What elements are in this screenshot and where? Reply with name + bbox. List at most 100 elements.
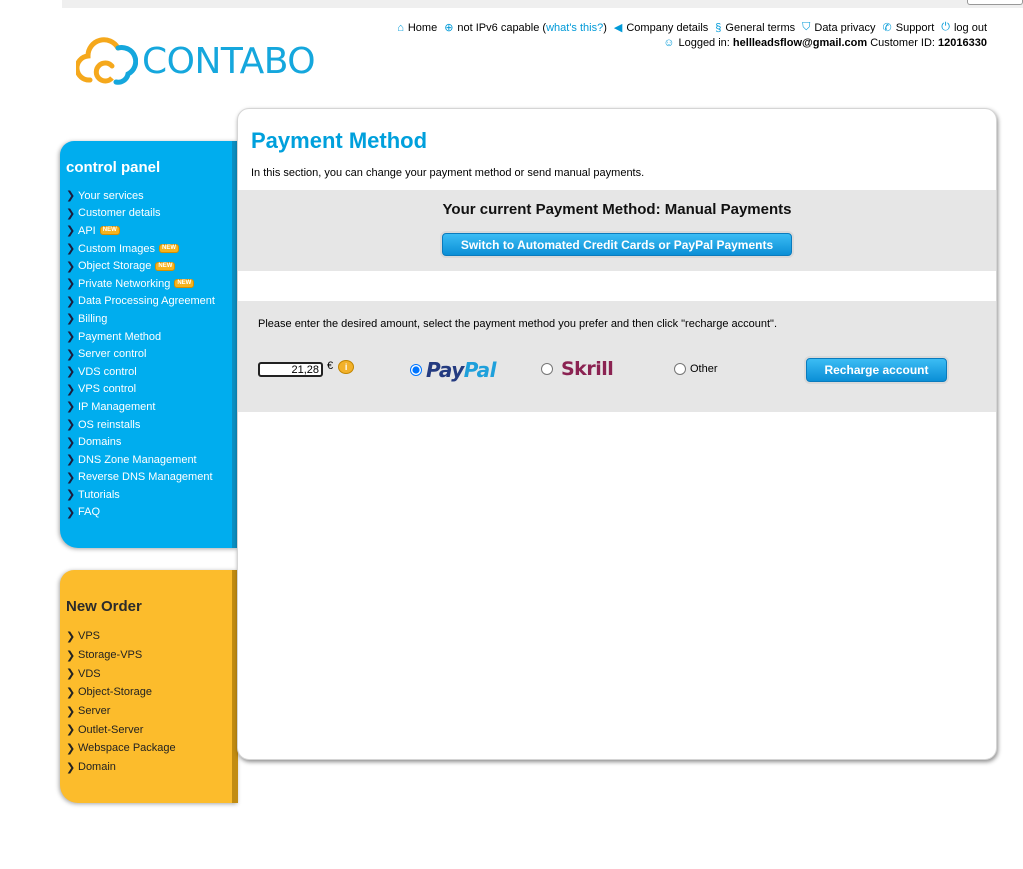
- sidebar-item-your-services[interactable]: ❯ Your services: [66, 187, 215, 205]
- info-icon[interactable]: i: [338, 359, 355, 374]
- sidebar-item-label[interactable]: IP Management: [78, 401, 155, 413]
- sidebar-item-vps-control[interactable]: ❯ VPS control: [66, 381, 215, 399]
- order-item-webspace[interactable]: ❯ Webspace Package: [66, 739, 176, 758]
- sidebar-item-domains[interactable]: ❯ Domains: [66, 433, 215, 451]
- sidebar-item-data-processing[interactable]: ❯ Data Processing Agreement: [66, 293, 215, 311]
- nav-home-label[interactable]: Home: [408, 22, 437, 34]
- sidebar-item-api[interactable]: ❯ API NEW: [66, 222, 215, 240]
- sidebar-item-label[interactable]: Private Networking: [78, 278, 170, 290]
- current-method-heading: Your current Payment Method: Manual Paym…: [442, 201, 792, 218]
- sidebar-item-os-reinstalls[interactable]: ❯ OS reinstalls: [66, 416, 215, 434]
- logged-in-label: Logged in:: [678, 36, 730, 49]
- sidebar-item-dns-zone[interactable]: ❯ DNS Zone Management: [66, 451, 215, 469]
- chevron-right-icon: ❯: [66, 630, 76, 643]
- nav-terms-label[interactable]: General terms: [725, 22, 795, 34]
- sidebar-item-label[interactable]: Custom Images: [78, 243, 155, 255]
- sidebar-item-customer-details[interactable]: ❯ Customer details: [66, 205, 215, 223]
- order-item-object-storage[interactable]: ❯ Object-Storage: [66, 683, 176, 702]
- new-badge: NEW: [174, 279, 195, 289]
- top-strip-button[interactable]: [967, 0, 1023, 5]
- other-option[interactable]: Other: [674, 363, 718, 375]
- recharge-account-button[interactable]: Recharge account: [806, 358, 947, 382]
- contabo-logo[interactable]: CONTABO: [76, 36, 316, 88]
- sidebar-item-label[interactable]: FAQ: [78, 506, 100, 518]
- nav-home[interactable]: ⌂ Home: [397, 22, 437, 34]
- new-badge: NEW: [159, 244, 180, 254]
- order-item-label[interactable]: Domain: [78, 761, 116, 773]
- nav-logout-label[interactable]: log out: [954, 22, 987, 34]
- nav-company-label[interactable]: Company details: [626, 22, 708, 34]
- sidebar-item-object-storage[interactable]: ❯ Object Storage NEW: [66, 257, 215, 275]
- order-item-label[interactable]: Webspace Package: [78, 742, 176, 754]
- order-item-outlet-server[interactable]: ❯ Outlet-Server: [66, 720, 176, 739]
- paypal-logo[interactable]: PayPal: [426, 358, 497, 382]
- sidebar-item-label[interactable]: VPS control: [78, 383, 136, 395]
- paypal-option[interactable]: PayPal: [410, 358, 497, 382]
- sidebar-item-server-control[interactable]: ❯ Server control: [66, 345, 215, 363]
- skrill-option[interactable]: Skrill: [541, 358, 614, 380]
- sidebar-item-custom-images[interactable]: ❯ Custom Images NEW: [66, 240, 215, 258]
- whats-this-link[interactable]: what's this?: [546, 22, 603, 34]
- order-item-vds[interactable]: ❯ VDS: [66, 664, 176, 683]
- skrill-logo[interactable]: Skrill: [561, 358, 614, 380]
- nav-privacy-label[interactable]: Data privacy: [814, 22, 875, 34]
- sidebar-item-label[interactable]: Server control: [78, 348, 146, 360]
- nav-company[interactable]: ◀ Company details: [614, 21, 708, 35]
- nav-logout[interactable]: ⏻ log out: [941, 21, 987, 34]
- nav-privacy[interactable]: ⛉ Data privacy: [802, 21, 875, 34]
- order-item-label[interactable]: VDS: [78, 668, 101, 680]
- customer-id-label: Customer ID:: [870, 36, 935, 49]
- paypal-radio[interactable]: [410, 364, 422, 376]
- sidebar-item-label[interactable]: VDS control: [78, 366, 137, 378]
- user-icon: ☺: [663, 36, 675, 49]
- order-item-storage-vps[interactable]: ❯ Storage-VPS: [66, 646, 176, 665]
- sidebar-item-label[interactable]: Domains: [78, 436, 121, 448]
- order-item-domain[interactable]: ❯ Domain: [66, 758, 176, 777]
- sidebar-item-label[interactable]: Object Storage: [78, 260, 151, 272]
- new-badge: NEW: [155, 261, 176, 271]
- nav-support-label[interactable]: Support: [896, 22, 935, 34]
- sidebar-item-label[interactable]: Tutorials: [78, 489, 120, 501]
- order-item-label[interactable]: Storage-VPS: [78, 649, 142, 661]
- order-item-label[interactable]: Outlet-Server: [78, 724, 143, 736]
- sidebar-item-label[interactable]: Customer details: [78, 207, 161, 219]
- sidebar-item-label[interactable]: OS reinstalls: [78, 419, 140, 431]
- chevron-right-icon: ❯: [66, 243, 76, 256]
- skrill-radio[interactable]: [541, 363, 553, 375]
- sidebar-item-label[interactable]: API: [78, 225, 96, 237]
- chevron-right-icon: ❯: [66, 436, 76, 449]
- sidebar-item-label[interactable]: Data Processing Agreement: [78, 295, 215, 307]
- order-item-label[interactable]: VPS: [78, 630, 100, 642]
- other-radio[interactable]: [674, 363, 686, 375]
- new-order-sidebar: New Order ❯ VPS ❯ Storage-VPS ❯ VDS ❯ Object…: [60, 570, 238, 803]
- switch-automated-button[interactable]: Switch to Automated Credit Cards or PayP…: [442, 233, 792, 256]
- order-item-server[interactable]: ❯ Server: [66, 702, 176, 721]
- shield-icon: ⛉: [802, 21, 811, 33]
- sidebar-item-faq[interactable]: ❯ FAQ: [66, 504, 215, 522]
- paragraph-icon: §: [715, 21, 722, 34]
- control-panel-menu: ❯ Your services ❯ Customer details ❯ API NEW…: [66, 187, 215, 521]
- order-item-label[interactable]: Server: [78, 705, 110, 717]
- nav-terms[interactable]: § General terms: [715, 22, 795, 34]
- cloud-logo-icon: [76, 37, 138, 85]
- sidebar-item-tutorials[interactable]: ❯ Tutorials: [66, 486, 215, 504]
- sidebar-item-label[interactable]: DNS Zone Management: [78, 454, 197, 466]
- other-label[interactable]: Other: [690, 363, 718, 375]
- sidebar-item-payment-method[interactable]: ❯ Payment Method: [66, 328, 215, 346]
- sidebar-item-ip-management[interactable]: ❯ IP Management: [66, 398, 215, 416]
- sidebar-item-billing[interactable]: ❯ Billing: [66, 310, 215, 328]
- sidebar-item-reverse-dns[interactable]: ❯ Reverse DNS Management: [66, 469, 215, 487]
- sidebar-item-vds-control[interactable]: ❯ VDS control: [66, 363, 215, 381]
- sidebar-item-label[interactable]: Reverse DNS Management: [78, 471, 213, 483]
- chevron-right-icon: ❯: [66, 190, 76, 203]
- sidebar-item-label[interactable]: Your services: [78, 190, 144, 202]
- sidebar-item-label[interactable]: Billing: [78, 313, 107, 325]
- new-order-menu: ❯ VPS ❯ Storage-VPS ❯ VDS ❯ Object-Storage ❯…: [66, 627, 176, 777]
- chevron-right-icon: ❯: [66, 705, 76, 718]
- nav-support[interactable]: ✆ Support: [883, 21, 935, 35]
- order-item-vps[interactable]: ❯ VPS: [66, 627, 176, 646]
- sidebar-item-private-networking[interactable]: ❯ Private Networking NEW: [66, 275, 215, 293]
- amount-input[interactable]: [258, 362, 323, 377]
- sidebar-item-label[interactable]: Payment Method: [78, 331, 161, 343]
- order-item-label[interactable]: Object-Storage: [78, 686, 152, 698]
